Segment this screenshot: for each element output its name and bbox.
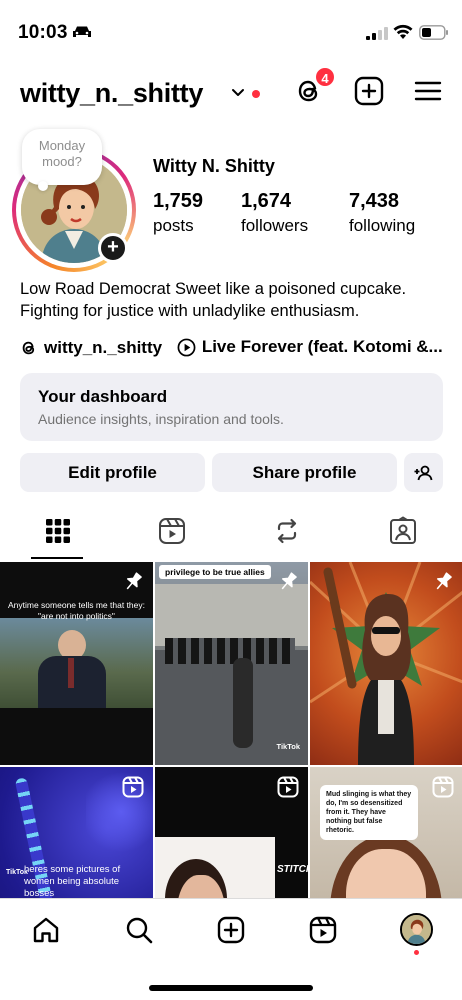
stat-number: 1,759 [153,190,204,212]
post-thumbnail[interactable]: privilege to be true allies TikTok [155,562,308,765]
pin-icon [281,572,297,590]
notification-dot [252,90,260,98]
status-bar: 10:03 [0,0,462,64]
threads-icon [22,341,35,354]
profile-bio: Low Road Democrat Sweet like a poisoned … [20,280,407,320]
share-profile-button[interactable]: Share profile [212,453,397,492]
home-indicator [149,985,313,991]
reels-icon[interactable] [308,915,338,945]
active-tab-indicator [31,557,83,559]
menu-icon[interactable] [413,76,443,106]
tab-reposts-icon[interactable] [272,516,302,546]
stat-followers[interactable]: 1,674 followers [241,190,308,236]
display-name: Witty N. Shitty [153,156,275,176]
stat-label: following [349,216,416,235]
post-thumbnail[interactable]: Anytime someone tells me that they: "are… [0,562,153,765]
post-caption: Mud slinging is what they do, I'm so des… [320,785,418,840]
profile-tabs [0,508,462,562]
note-text: Monday mood? [38,138,86,169]
post-thumbnail[interactable]: Mud slinging is what they do, I'm so des… [310,767,462,898]
post-image [155,837,275,898]
add-story-button[interactable]: + [98,233,128,263]
threads-link[interactable]: witty_n._shitty [20,338,162,358]
bottom-navigation [0,898,462,1000]
threads-badge: 4 [314,66,336,88]
status-time: 10:03 [18,22,68,43]
username-switcher[interactable]: witty_n._shitty [20,78,203,109]
stat-posts[interactable]: 1,759 posts [153,190,203,236]
profile-tab-avatar[interactable] [400,913,433,946]
tab-tagged-icon[interactable] [388,516,418,546]
profile-header: witty_n._shitty 4 [0,66,462,122]
create-post-icon[interactable] [216,915,246,945]
stat-number: 1,674 [241,190,292,212]
car-icon [73,26,91,37]
dashboard-title: Your dashboard [38,387,168,406]
post-image [0,618,153,708]
post-caption: Anytime someone tells me that they: "are… [7,600,145,621]
profile-notification-dot [414,950,419,955]
play-icon [177,338,196,356]
stat-label: followers [241,216,309,235]
tiktok-watermark: TikTok [276,742,300,751]
post-thumbnail[interactable] [310,562,462,765]
edit-profile-button[interactable]: Edit profile [20,453,205,492]
music-link-label: Live Forever (feat. Kotomi &... [201,337,443,356]
tab-grid-icon[interactable] [43,516,73,546]
reel-icon [122,776,144,798]
threads-link-label: witty_n._shitty [44,337,163,357]
pin-icon [436,572,452,590]
stat-number: 7,438 [349,190,400,212]
post-caption: heres some pictures of women being absol… [24,864,121,898]
cellular-signal-icon [366,27,388,40]
chevron-down-icon[interactable] [231,88,245,98]
tiktok-watermark: TikTok [6,869,28,876]
dashboard-card[interactable]: Your dashboard Audience insights, inspir… [20,373,443,441]
search-icon[interactable] [124,915,154,945]
stat-label: posts [153,216,194,235]
add-person-icon [414,465,432,481]
dashboard-subtitle: Audience insights, inspiration and tools… [38,411,284,427]
pin-icon [126,572,142,590]
post-thumbnail[interactable]: STITCH [155,767,308,898]
wifi-icon [393,24,413,39]
post-caption: privilege to be true allies [159,565,271,579]
stitch-label: STITCH [277,864,308,875]
home-icon[interactable] [31,915,61,945]
profile-links: witty_n._shitty Live Forever (feat. Koto… [20,337,450,359]
posts-grid: Anytime someone tells me that they: "are… [0,562,462,898]
post-thumbnail[interactable]: heres some pictures of women being absol… [0,767,153,898]
create-icon[interactable] [354,76,384,106]
avatar-mini-illustration [402,915,431,944]
music-link[interactable]: Live Forever (feat. Kotomi &... [177,337,443,357]
reel-icon [277,776,299,798]
battery-icon [419,25,448,40]
reel-icon [432,776,454,798]
note-bubble[interactable]: Monday mood? [22,129,102,191]
stat-following[interactable]: 7,438 following [349,190,415,236]
discover-people-button[interactable] [404,453,443,492]
tab-reels-icon[interactable] [157,516,187,546]
